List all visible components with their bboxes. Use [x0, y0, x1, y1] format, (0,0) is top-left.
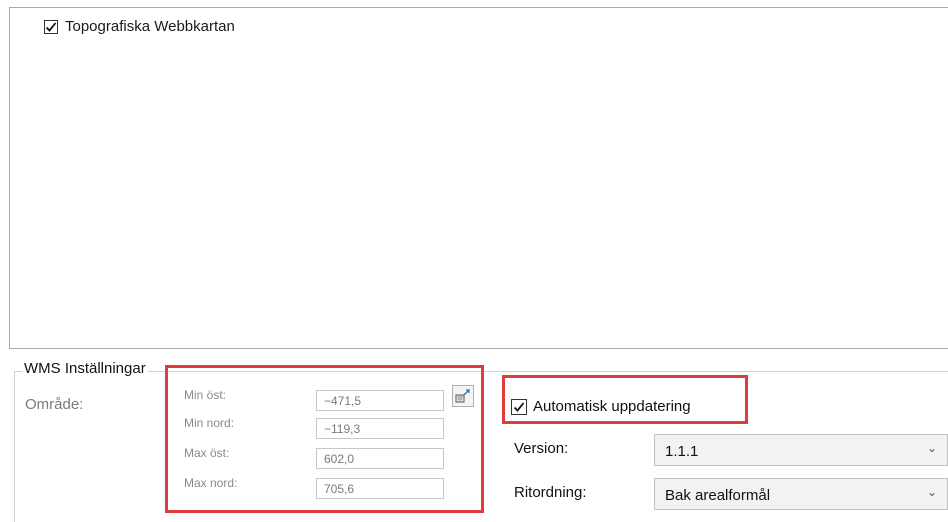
layer-checkbox[interactable]	[44, 19, 58, 34]
version-label: Version:	[514, 440, 569, 457]
draw-order-value: Bak arealformål	[665, 487, 771, 504]
draw-order-select[interactable]: Bak arealformål ⌄	[654, 478, 948, 510]
version-select[interactable]: 1.1.1 ⌄	[654, 434, 948, 466]
layer-item[interactable]: Topografiska Webbkartan	[44, 18, 235, 35]
layer-label: Topografiska Webbkartan	[65, 18, 235, 35]
version-value: 1.1.1	[665, 443, 699, 460]
draw-order-label: Ritordning:	[514, 484, 587, 501]
layer-list[interactable]: Topografiska Webbkartan	[9, 7, 948, 349]
chevron-down-icon: ⌄	[926, 485, 937, 499]
chevron-down-icon: ⌄	[926, 441, 937, 455]
auto-update-highlight	[502, 375, 748, 424]
group-title: WMS Inställningar	[22, 360, 148, 377]
checkmark-icon	[45, 21, 57, 32]
coordinates-highlight	[165, 365, 484, 513]
area-label: Område:	[25, 396, 84, 413]
